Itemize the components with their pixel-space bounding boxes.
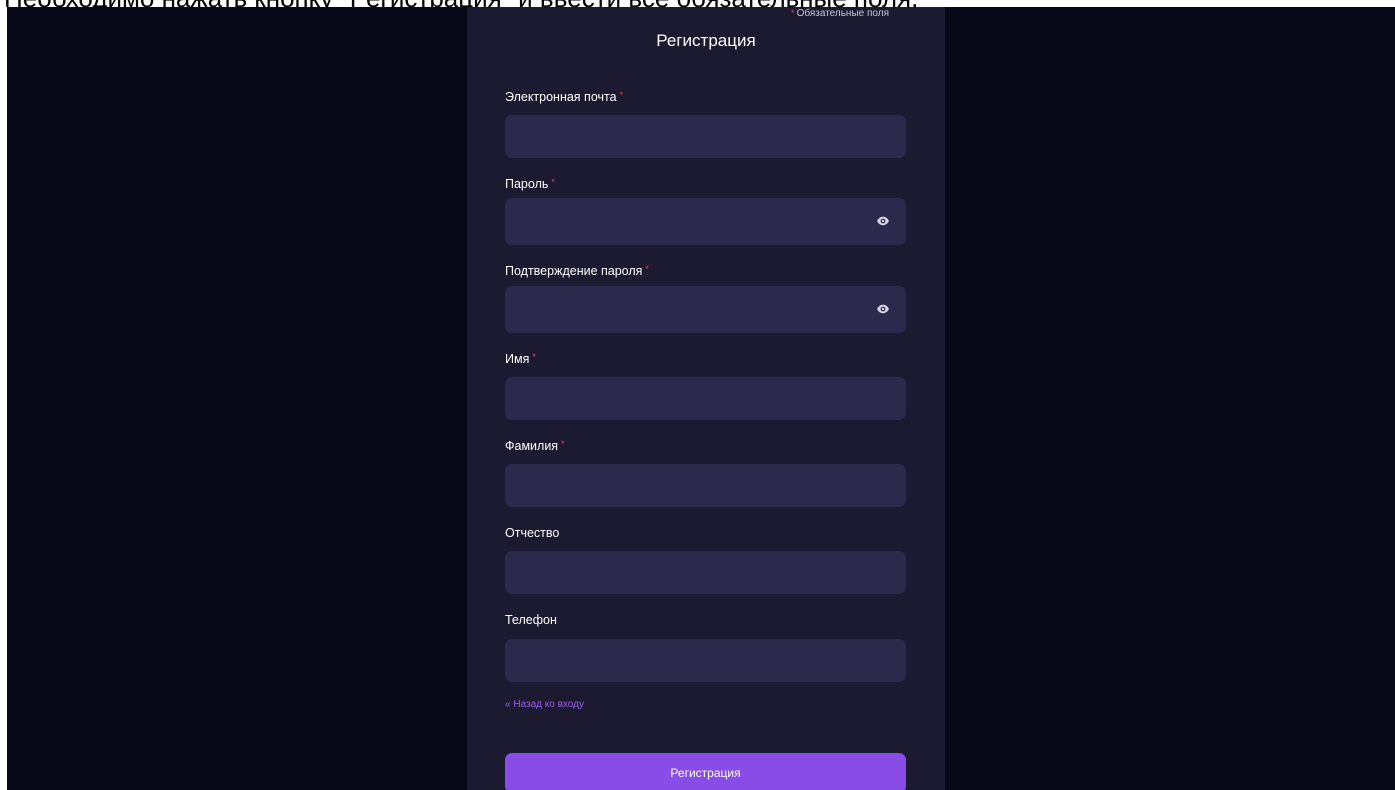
- confirm-password-label: Подтверждение пароля *: [505, 264, 649, 278]
- required-star: *: [561, 439, 565, 449]
- first-name-input[interactable]: [505, 377, 906, 420]
- last-name-label: Фамилия *: [505, 439, 565, 453]
- patronymic-label: Отчество: [505, 526, 559, 540]
- password-label-text: Пароль: [505, 177, 549, 191]
- required-star: *: [791, 8, 795, 18]
- patronymic-input[interactable]: [505, 551, 906, 594]
- eye-icon[interactable]: [876, 216, 890, 226]
- last-name-label-text: Фамилия: [505, 439, 559, 453]
- back-to-login-link[interactable]: « Назад ко входу: [505, 699, 584, 710]
- required-fields-note: * Обязательные поля: [791, 7, 889, 20]
- registration-panel: * Обязательные поля Регистрация Электронн…: [467, 7, 945, 790]
- required-star: *: [619, 90, 624, 100]
- required-note-text: Обязательные поля: [796, 8, 889, 19]
- last-name-input[interactable]: [505, 464, 906, 507]
- form-title: Регистрация: [656, 31, 756, 50]
- app-viewport: * Обязательные поля Регистрация Электронн…: [7, 7, 1395, 790]
- confirm-password-label-text: Подтверждение пароля: [505, 264, 643, 278]
- phone-label-text: Телефон: [505, 613, 557, 627]
- first-name-label-text: Имя: [505, 352, 530, 366]
- email-input[interactable]: [505, 115, 906, 158]
- email-label-text: Электронная почта: [505, 90, 617, 104]
- password-label: Пароль *: [505, 177, 555, 191]
- confirm-password-input[interactable]: [505, 286, 906, 333]
- password-input[interactable]: [505, 198, 906, 245]
- required-star: *: [645, 264, 649, 274]
- eye-icon[interactable]: [876, 304, 890, 314]
- phone-label: Телефон: [505, 613, 557, 627]
- required-star: *: [532, 352, 536, 362]
- register-button[interactable]: Регистрация: [505, 753, 906, 790]
- patronymic-label-text: Отчество: [505, 526, 560, 540]
- email-label: Электронная почта *: [505, 90, 623, 104]
- first-name-label: Имя *: [505, 352, 536, 366]
- required-star: *: [551, 177, 555, 187]
- phone-input[interactable]: [505, 639, 906, 682]
